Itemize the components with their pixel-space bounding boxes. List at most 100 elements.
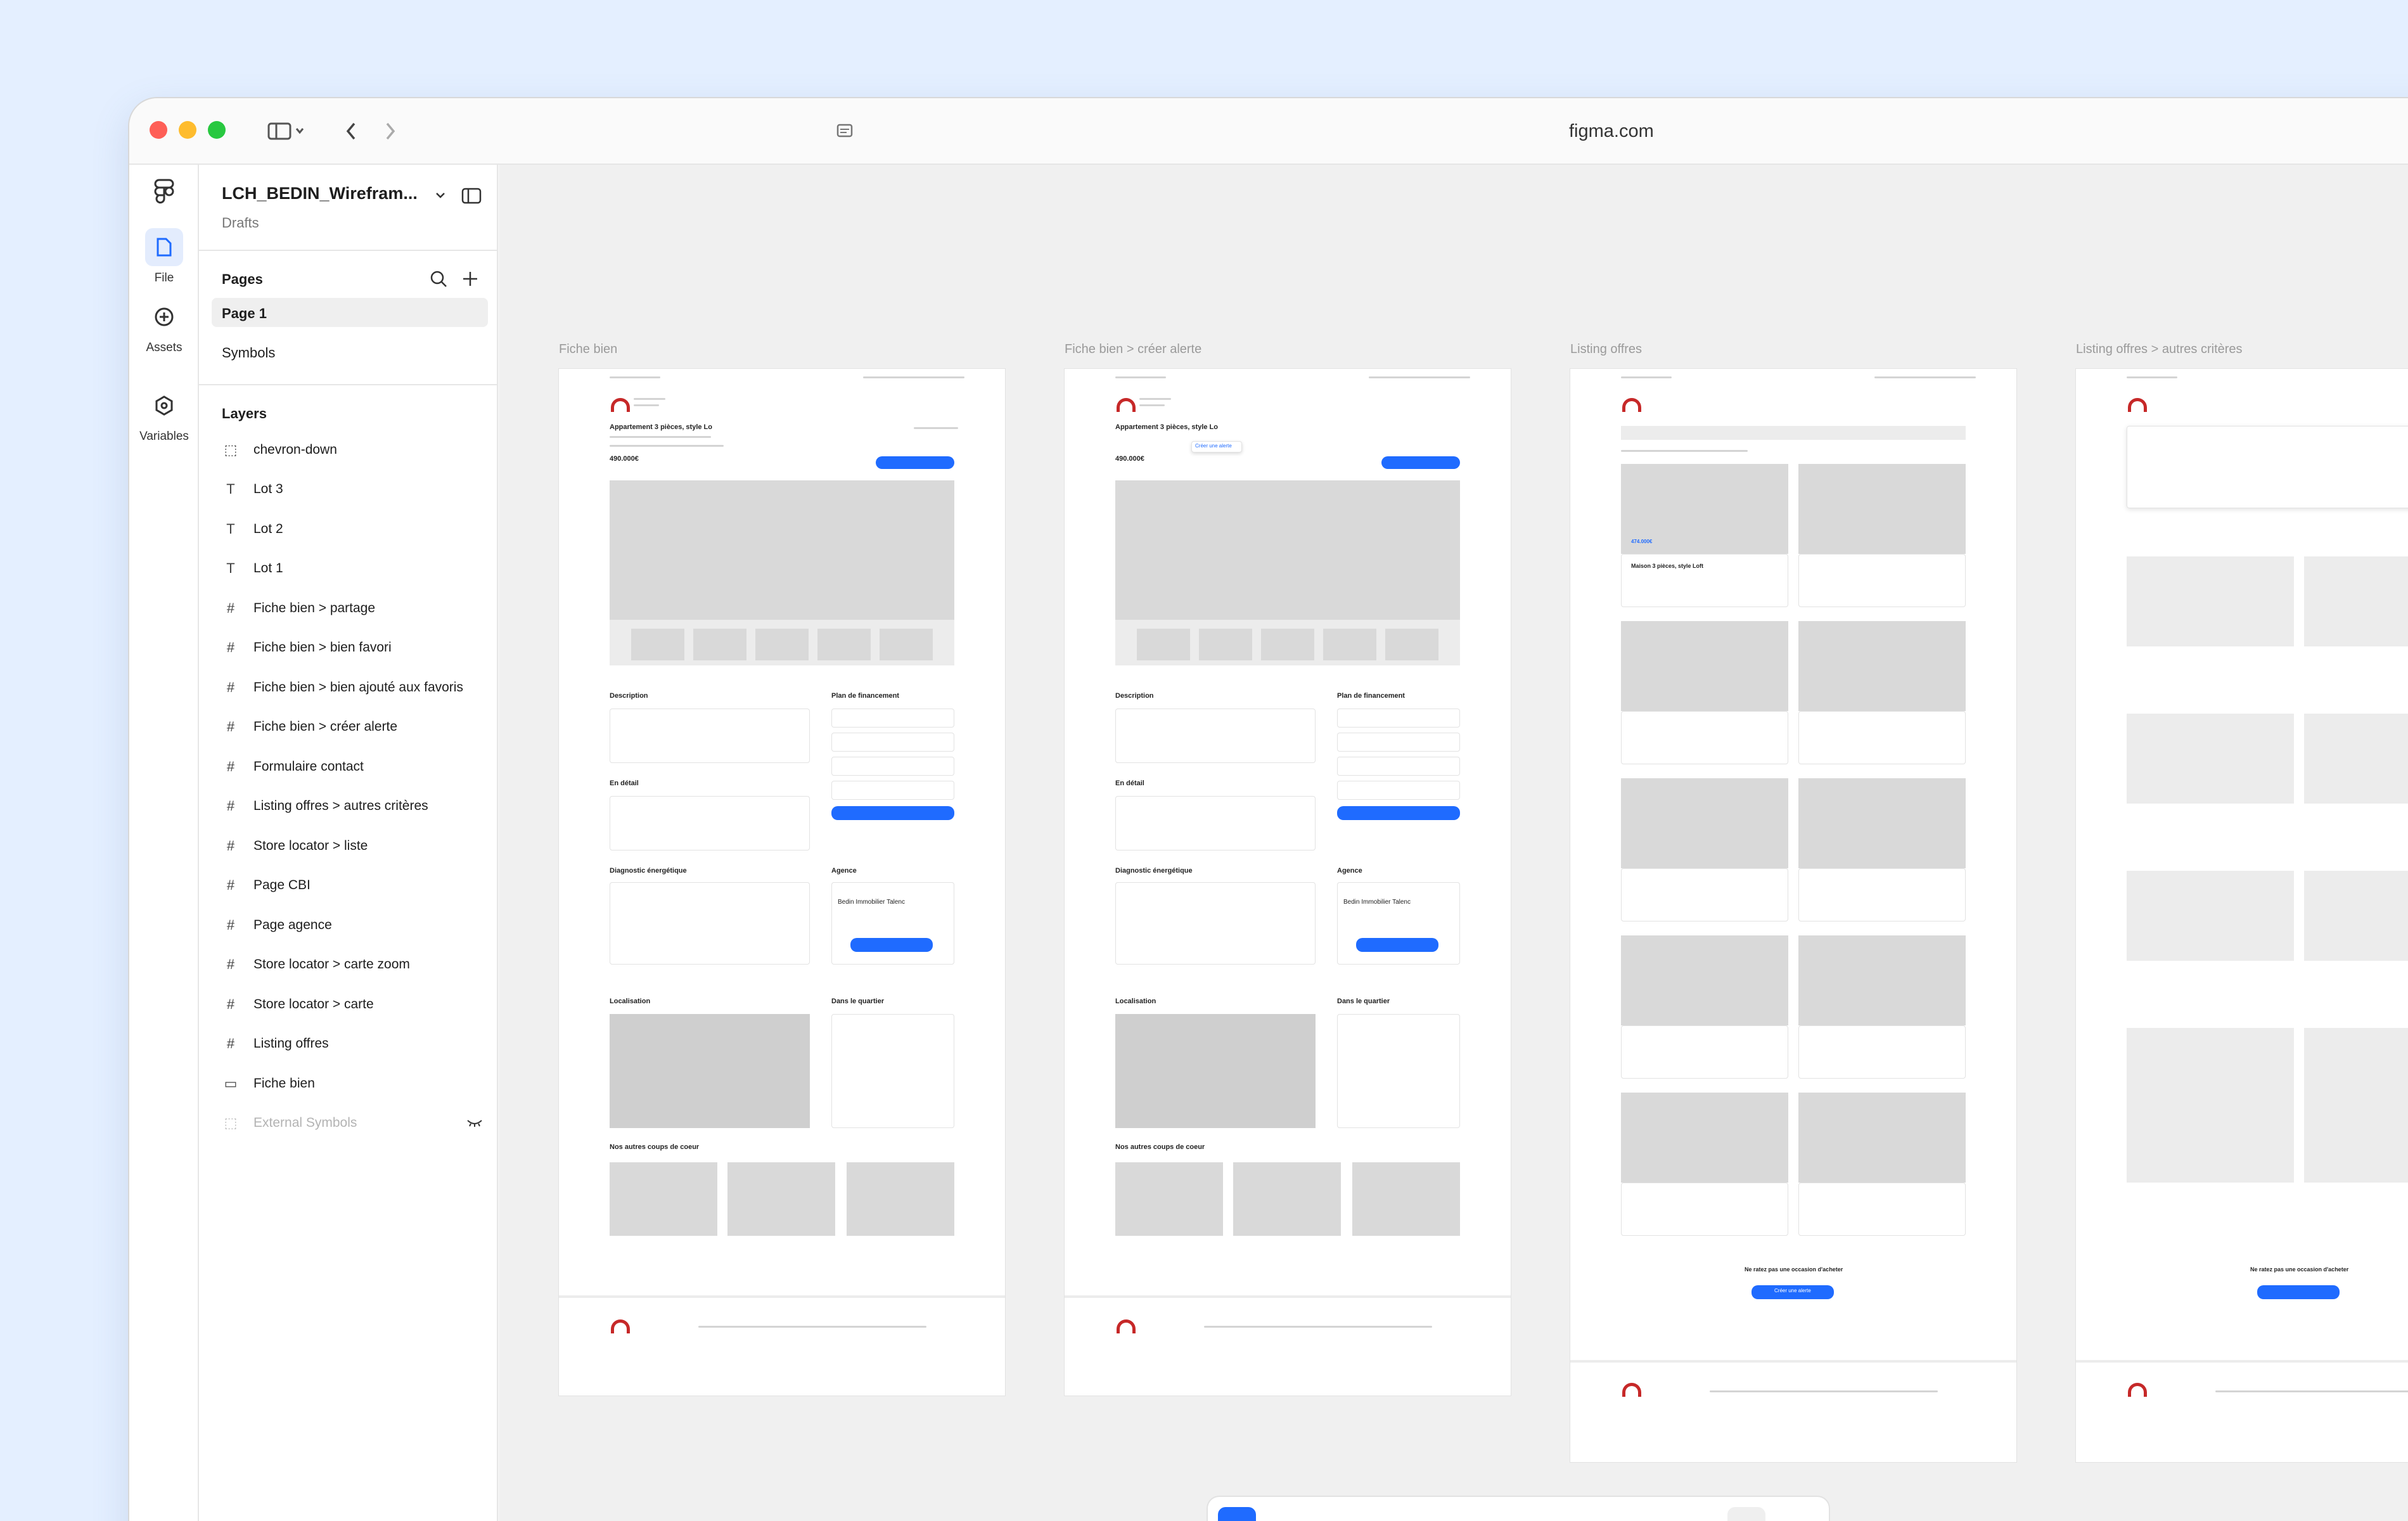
wf-alert-popup: Créer une alerte bbox=[1195, 443, 1232, 449]
layer-label: Listing offres > autres critères bbox=[253, 799, 428, 813]
page-item[interactable]: Page 1 bbox=[212, 298, 488, 327]
sidebar-toggle-button[interactable] bbox=[261, 116, 312, 146]
chevron-down-icon bbox=[436, 193, 445, 198]
frame-label[interactable]: Listing offres bbox=[1570, 342, 1642, 357]
minimize-window-button[interactable] bbox=[179, 121, 196, 139]
figma-tool-rail: File Assets Variables bbox=[129, 165, 199, 1521]
component-dashed-icon: ⬚ bbox=[224, 1115, 238, 1131]
wf-district: Dans le quartier bbox=[831, 998, 885, 1005]
wf-agency-name: Bedin Immobilier Talenc bbox=[1343, 899, 1411, 906]
wf-alert-button: Créer une alerte bbox=[1774, 1288, 1811, 1293]
frame-label[interactable]: Fiche bien bbox=[559, 342, 617, 357]
wf-description: Description bbox=[610, 692, 648, 700]
layer-row[interactable]: T Lot 2 bbox=[222, 517, 488, 542]
frame-icon: # bbox=[226, 877, 235, 893]
address-bar[interactable]: figma.com bbox=[712, 120, 2408, 145]
layer-label: Store locator > carte bbox=[253, 997, 374, 1011]
frame-icon: # bbox=[226, 759, 235, 774]
layer-label: Lot 1 bbox=[253, 561, 283, 575]
wf-alert-title: Ne ratez pas une occasion d'acheter bbox=[2250, 1266, 2349, 1273]
search-pages-icon[interactable] bbox=[430, 270, 447, 288]
page-item[interactable]: Symbols bbox=[212, 337, 488, 366]
zoom-window-button[interactable] bbox=[208, 121, 226, 139]
wf-location: Localisation bbox=[1115, 998, 1156, 1005]
rail-variables[interactable]: Variables bbox=[129, 387, 199, 444]
text-tool-button[interactable] bbox=[1495, 1507, 1534, 1521]
add-page-icon[interactable] bbox=[461, 270, 479, 288]
frame-fiche-bien-creer-alerte[interactable]: Appartement 3 pièces, style Lo Créer une… bbox=[1065, 369, 1511, 1396]
pen-tool-button[interactable] bbox=[1426, 1507, 1464, 1521]
rail-assets[interactable]: Assets bbox=[129, 298, 199, 355]
wf-card-price: 474.000€ bbox=[1631, 539, 1653, 544]
layer-label: Fiche bien > bien favori bbox=[253, 640, 392, 655]
wf-title: Appartement 3 pièces, style Lo bbox=[1115, 423, 1218, 431]
text-icon: T bbox=[226, 481, 235, 497]
frame-icon: # bbox=[226, 719, 235, 735]
panel-toggle-icon[interactable] bbox=[461, 188, 482, 204]
shape-tool-button[interactable] bbox=[1356, 1507, 1394, 1521]
wf-financing: Plan de financement bbox=[1337, 692, 1405, 700]
layer-row[interactable]: # Fiche bien > partage bbox=[222, 596, 488, 621]
layer-label: Fiche bien bbox=[253, 1076, 315, 1091]
layer-row[interactable]: ⬚ External Symbols bbox=[222, 1110, 488, 1136]
frame-label[interactable]: Fiche bien > créer alerte bbox=[1065, 342, 1201, 357]
layer-row[interactable]: # Fiche bien > bien favori bbox=[222, 635, 488, 660]
layer-label: Lot 3 bbox=[253, 482, 283, 496]
divider bbox=[199, 250, 497, 251]
rail-file[interactable]: File bbox=[129, 228, 199, 285]
hidden-eye-icon[interactable] bbox=[466, 1118, 483, 1128]
mode-toggle-button[interactable] bbox=[1727, 1507, 1765, 1521]
layer-row[interactable]: ▭ Fiche bien bbox=[222, 1071, 488, 1096]
rectangle-icon: ▭ bbox=[224, 1075, 238, 1091]
wf-detail: En détail bbox=[1115, 780, 1144, 787]
chevron-left-icon bbox=[346, 122, 355, 140]
wf-location: Localisation bbox=[610, 998, 651, 1005]
wf-card-title: Maison 3 pièces, style Loft bbox=[1631, 563, 1704, 569]
assets-icon bbox=[145, 298, 183, 336]
layer-row[interactable]: # Formulaire contact bbox=[222, 754, 488, 780]
file-name[interactable]: LCH_BEDIN_Wirefram... bbox=[222, 184, 446, 203]
layer-row[interactable]: T Lot 3 bbox=[222, 477, 488, 502]
browser-titlebar: figma.com bbox=[129, 98, 2408, 165]
layer-row[interactable]: # Store locator > carte zoom bbox=[222, 952, 488, 977]
pages-heading: Pages bbox=[222, 271, 263, 287]
wf-favorites: Nos autres coups de coeur bbox=[610, 1143, 700, 1151]
back-button[interactable] bbox=[338, 116, 364, 146]
forward-button[interactable] bbox=[378, 116, 403, 146]
layer-row[interactable]: # Fiche bien > bien ajouté aux favoris bbox=[222, 675, 488, 700]
layer-row[interactable]: # Listing offres > autres critères bbox=[222, 793, 488, 819]
figma-menu[interactable] bbox=[129, 177, 199, 209]
layer-row[interactable]: T Lot 1 bbox=[222, 556, 488, 581]
comment-tool-button[interactable] bbox=[1565, 1507, 1603, 1521]
frame-icon: # bbox=[226, 917, 235, 933]
frame-listing-offres[interactable]: Maison 3 pièces, style Loft 474.000€ Ne … bbox=[1570, 369, 2016, 1462]
layer-label: Fiche bien > partage bbox=[253, 601, 376, 615]
frame-label[interactable]: Listing offres > autres critères bbox=[2076, 342, 2243, 357]
layer-row[interactable]: # Store locator > liste bbox=[222, 833, 488, 859]
rail-variables-label: Variables bbox=[139, 430, 189, 443]
wf-favorites: Nos autres coups de coeur bbox=[1115, 1143, 1205, 1151]
close-window-button[interactable] bbox=[150, 121, 167, 139]
divider bbox=[199, 384, 497, 385]
layer-row[interactable]: # Listing offres bbox=[222, 1031, 488, 1056]
layer-row[interactable]: # Fiche bien > créer alerte bbox=[222, 714, 488, 740]
design-canvas[interactable]: Fiche bien Appartement 3 pièces, style L… bbox=[499, 165, 2408, 1521]
frame-listing-offres-autres-criteres[interactable]: Ne ratez pas une occasion d'acheter bbox=[2076, 369, 2408, 1462]
file-location[interactable]: Drafts bbox=[222, 215, 259, 231]
frame-icon: # bbox=[226, 600, 235, 616]
browser-window: figma.com File Assets Variables LCH_BEDI… bbox=[129, 98, 2408, 1521]
layer-row[interactable]: # Store locator > carte bbox=[222, 992, 488, 1017]
actions-tool-button[interactable] bbox=[1635, 1507, 1673, 1521]
frame-tool-button[interactable] bbox=[1286, 1507, 1324, 1521]
canvas-toolbar bbox=[1208, 1497, 1829, 1521]
text-icon: T bbox=[226, 560, 235, 576]
layer-row[interactable]: # Page CBI bbox=[222, 873, 488, 898]
layer-row[interactable]: ⬚ chevron-down bbox=[222, 437, 488, 463]
layer-label: Store locator > liste bbox=[253, 838, 368, 853]
file-icon bbox=[145, 228, 183, 266]
layer-label: Page CBI bbox=[253, 878, 311, 892]
frame-fiche-bien[interactable]: Appartement 3 pièces, style Lo 490.000€ … bbox=[559, 369, 1005, 1396]
move-tool-button[interactable] bbox=[1218, 1507, 1256, 1521]
layer-label: Listing offres bbox=[253, 1036, 329, 1051]
layer-row[interactable]: # Page agence bbox=[222, 913, 488, 938]
